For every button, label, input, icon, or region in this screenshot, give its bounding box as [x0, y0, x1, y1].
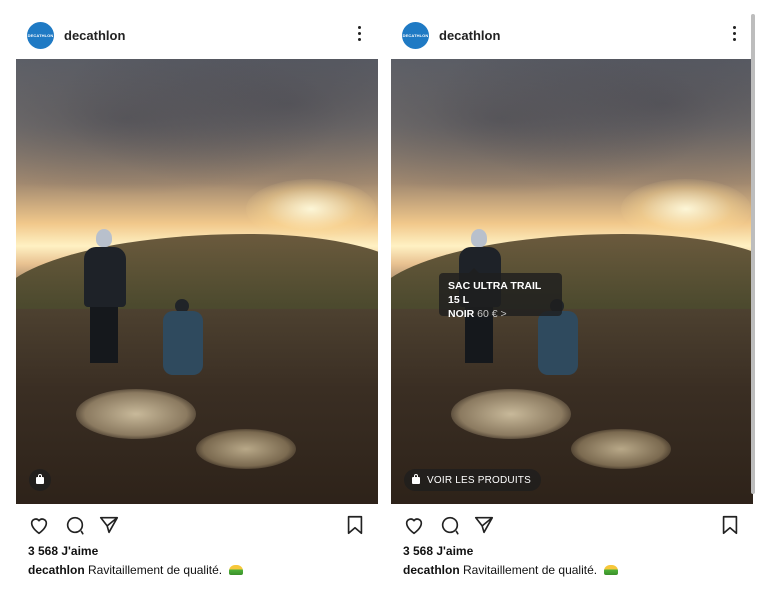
likes-count[interactable]: 3 568 J'aime: [28, 544, 98, 558]
comment-icon[interactable]: [64, 514, 86, 536]
username[interactable]: decathlon: [439, 28, 500, 43]
product-name: SAC ULTRA TRAIL 15 L: [448, 280, 542, 306]
product-price: 60 € >: [477, 308, 507, 320]
sunrise-emoji-icon: [604, 565, 619, 575]
sunrise-emoji-icon: [229, 565, 244, 575]
scrollbar[interactable]: [751, 14, 755, 494]
share-icon[interactable]: [98, 514, 120, 536]
action-bar: [391, 514, 753, 538]
avatar[interactable]: DECATHLON: [402, 22, 429, 49]
comment-icon[interactable]: [439, 514, 461, 536]
caption-text: Ravitaillement de qualité.: [463, 563, 598, 577]
bookmark-icon[interactable]: [719, 514, 741, 536]
more-icon[interactable]: [733, 26, 737, 44]
post-left: DECATHLON decathlon 3 568 J'aime decathl…: [16, 0, 378, 596]
more-icon[interactable]: [358, 26, 362, 44]
shopping-bag-icon: [36, 473, 44, 484]
post-header: DECATHLON decathlon: [391, 20, 753, 52]
caption-username[interactable]: decathlon: [28, 563, 85, 577]
shop-button[interactable]: [29, 469, 51, 491]
view-products-label: VOIR LES PRODUITS: [427, 474, 531, 486]
post-photo[interactable]: [16, 59, 378, 504]
shopping-bag-icon: [412, 473, 420, 484]
post-header: DECATHLON decathlon: [16, 20, 378, 52]
caption-text: Ravitaillement de qualité.: [88, 563, 223, 577]
caption: decathlon Ravitaillement de qualité.: [28, 563, 244, 577]
caption-username[interactable]: decathlon: [403, 563, 460, 577]
avatar[interactable]: DECATHLON: [27, 22, 54, 49]
bookmark-icon[interactable]: [344, 514, 366, 536]
view-products-button[interactable]: VOIR LES PRODUITS: [404, 469, 541, 491]
share-icon[interactable]: [473, 514, 495, 536]
post-right: DECATHLON decathlon SAC ULTRA TRAIL 15 L…: [391, 0, 753, 596]
post-photo[interactable]: SAC ULTRA TRAIL 15 L NOIR 60 € > VOIR LE…: [391, 59, 753, 504]
likes-count[interactable]: 3 568 J'aime: [403, 544, 473, 558]
heart-icon[interactable]: [403, 514, 425, 536]
product-tag[interactable]: SAC ULTRA TRAIL 15 L NOIR 60 € >: [439, 268, 562, 320]
heart-icon[interactable]: [28, 514, 50, 536]
product-name-line2: NOIR: [448, 308, 475, 320]
action-bar: [16, 514, 378, 538]
username[interactable]: decathlon: [64, 28, 125, 43]
caption: decathlon Ravitaillement de qualité.: [403, 563, 619, 577]
